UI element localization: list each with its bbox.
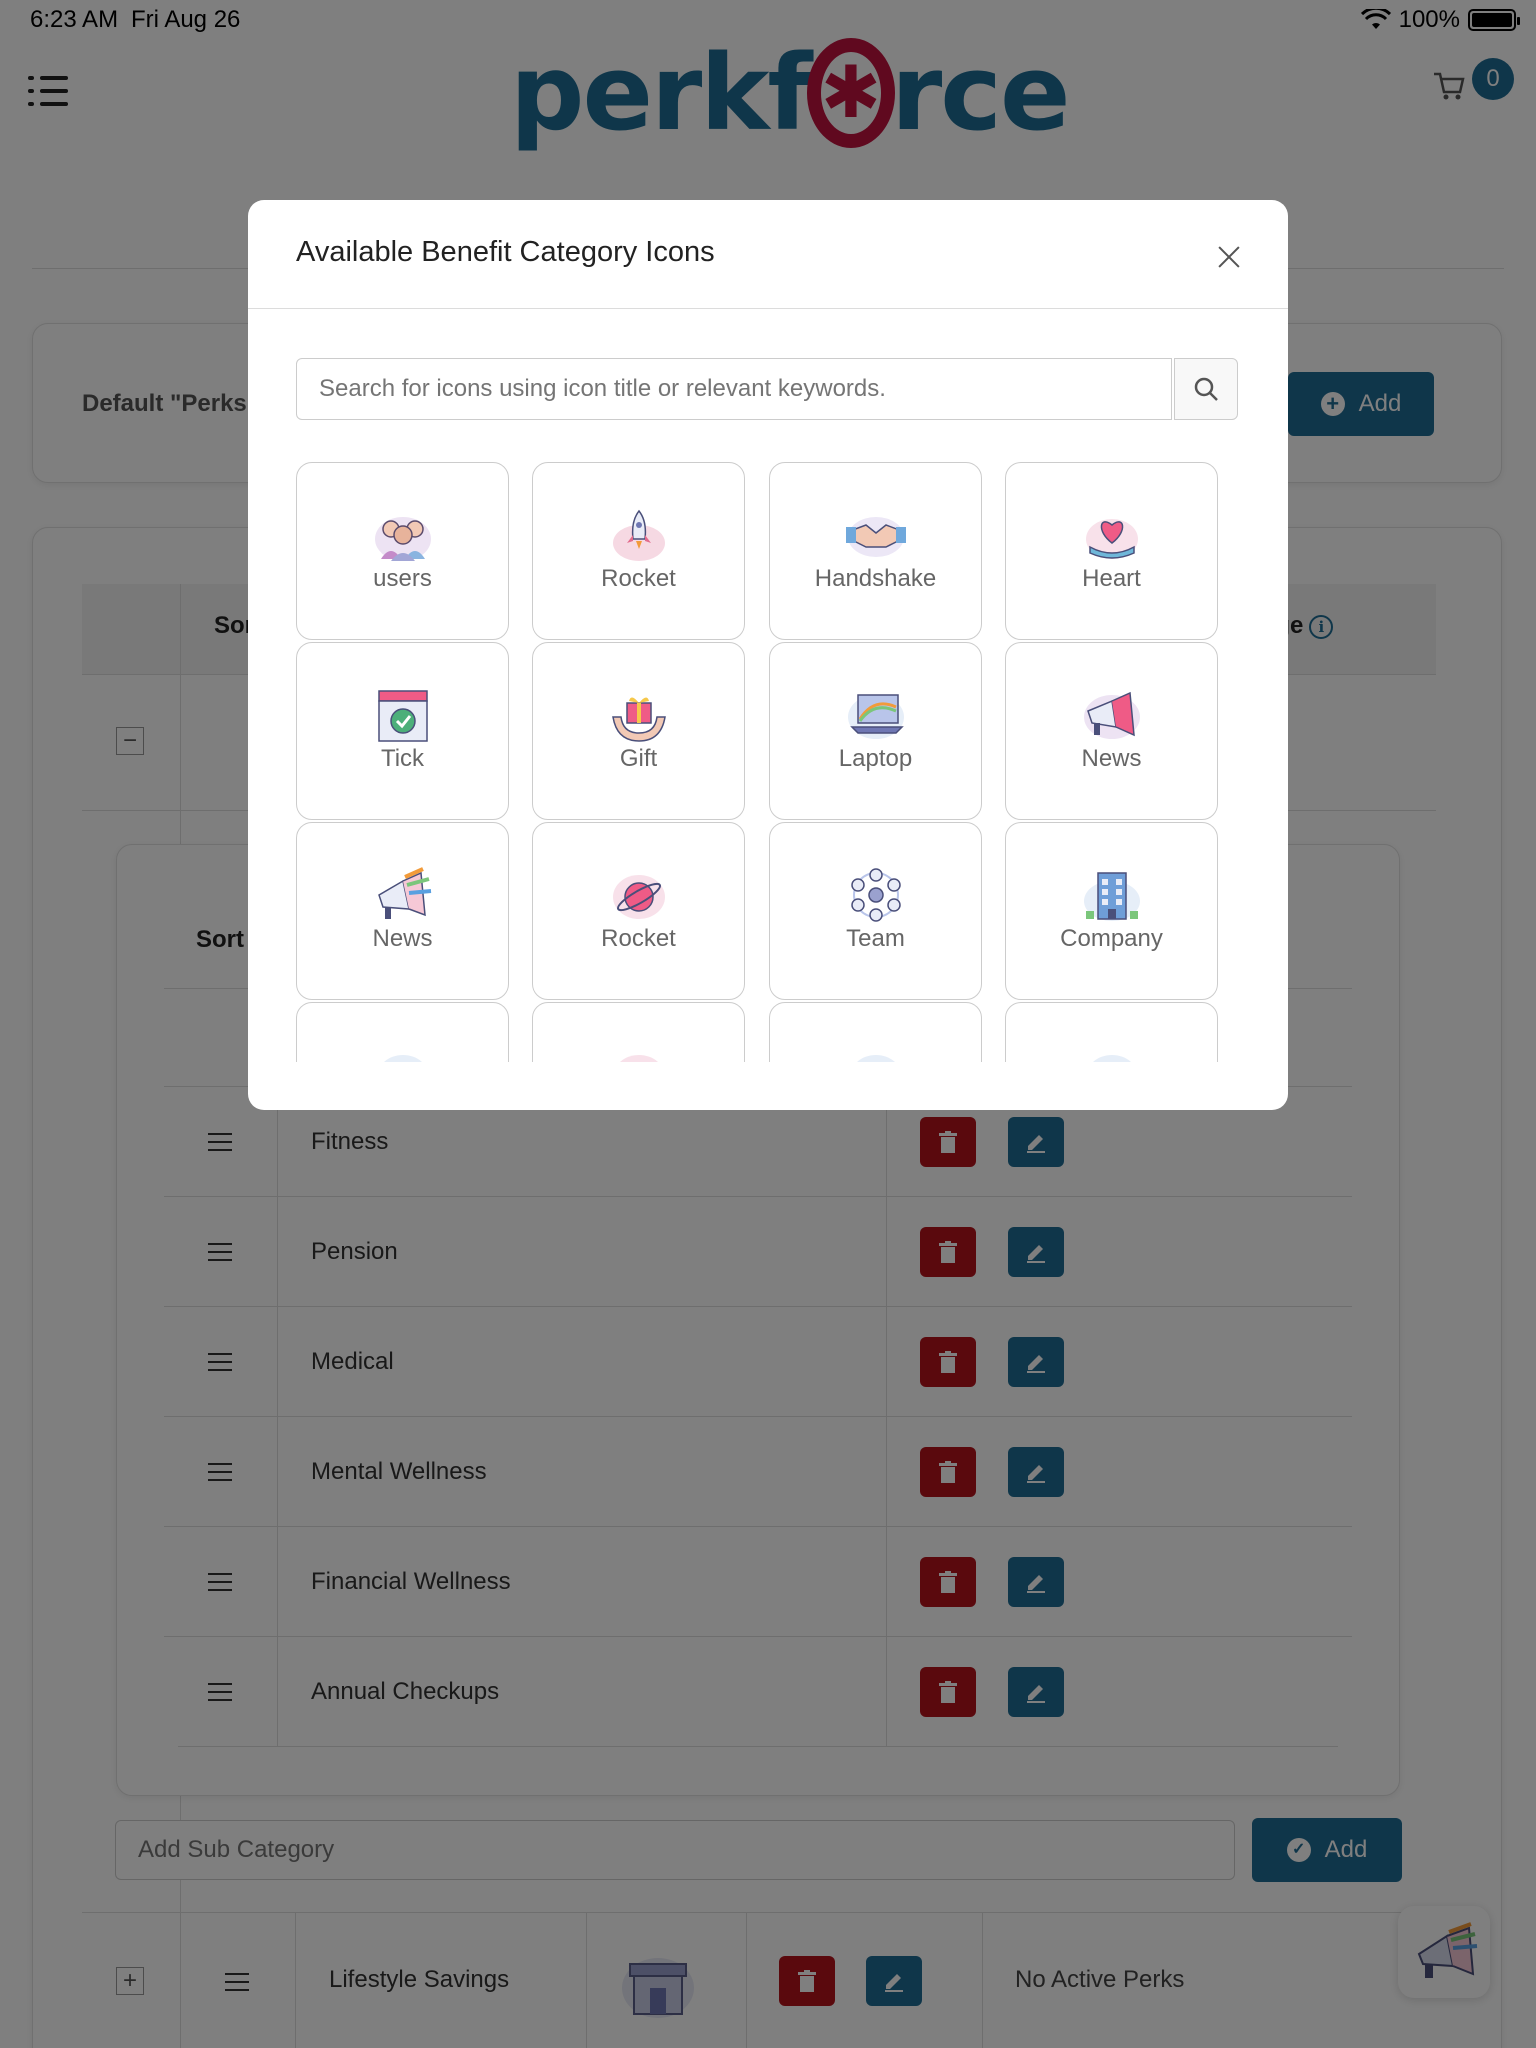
search-icon: [1194, 377, 1218, 401]
shield-icon: [383, 1055, 423, 1062]
gift-icon: [612, 697, 666, 742]
icon-tile[interactable]: [296, 1002, 509, 1062]
icon-tile-rocket[interactable]: Rocket: [532, 822, 745, 1000]
laptop-icon: [848, 694, 904, 739]
icon-tile-news[interactable]: News: [1005, 642, 1218, 820]
icon-grid: users Rocket Handshake Heart Tick Gift L…: [296, 462, 1256, 1062]
heart-icon: [1086, 519, 1138, 559]
icon-tile-label: Handshake: [814, 565, 937, 592]
icon-tile-label: Company: [1060, 925, 1163, 952]
icon-search-input[interactable]: [296, 358, 1172, 420]
icon-tile-label: Rocket: [601, 565, 676, 592]
megaphone-icon: [378, 867, 432, 919]
icon-tile-label: News: [372, 925, 433, 952]
icon-tile-laptop[interactable]: Laptop: [769, 642, 982, 820]
icon-tile-label: Laptop: [838, 745, 913, 772]
storefront-icon: [619, 1055, 659, 1062]
icon-tile-handshake[interactable]: Handshake: [769, 462, 982, 640]
tick-icon: [378, 690, 428, 742]
icon-tile-label: Tick: [380, 745, 425, 772]
icon-tile-news[interactable]: News: [296, 822, 509, 1000]
icon-tile-label: Gift: [619, 745, 658, 772]
icon-tile[interactable]: [1005, 1002, 1218, 1062]
icon-tile-users[interactable]: users: [296, 462, 509, 640]
megaphone-icon: [1084, 691, 1140, 739]
icon-tile-label: Team: [846, 925, 905, 952]
icon-tile-tick[interactable]: Tick: [296, 642, 509, 820]
rocket-icon: [613, 509, 665, 561]
icon-tile-heart[interactable]: Heart: [1005, 462, 1218, 640]
icon-picker-modal: Available Benefit Category Icons users: [248, 200, 1288, 1110]
modal-title: Available Benefit Category Icons: [296, 236, 715, 268]
users-icon: [375, 517, 431, 561]
icon-tile[interactable]: [532, 1002, 745, 1062]
planet-icon: [613, 875, 665, 919]
close-icon[interactable]: [1212, 240, 1246, 274]
icon-tile-label: Rocket: [601, 925, 676, 952]
icon-tile[interactable]: [769, 1002, 982, 1062]
icon-tile-gift[interactable]: Gift: [532, 642, 745, 820]
building-icon: [1084, 872, 1140, 921]
growth-icon: [856, 1055, 896, 1062]
modal-divider: [248, 308, 1288, 309]
search-button[interactable]: [1174, 358, 1238, 420]
icon-tile-label: News: [1081, 745, 1142, 772]
team-icon: [851, 868, 901, 922]
icon-tile-label: users: [373, 565, 432, 592]
document-icon: [1092, 1055, 1132, 1062]
handshake-icon: [846, 517, 906, 557]
icon-tile-company[interactable]: Company: [1005, 822, 1218, 1000]
icon-tile-label: Heart: [1082, 565, 1141, 592]
icon-tile-team[interactable]: Team: [769, 822, 982, 1000]
icon-tile-rocket[interactable]: Rocket: [532, 462, 745, 640]
